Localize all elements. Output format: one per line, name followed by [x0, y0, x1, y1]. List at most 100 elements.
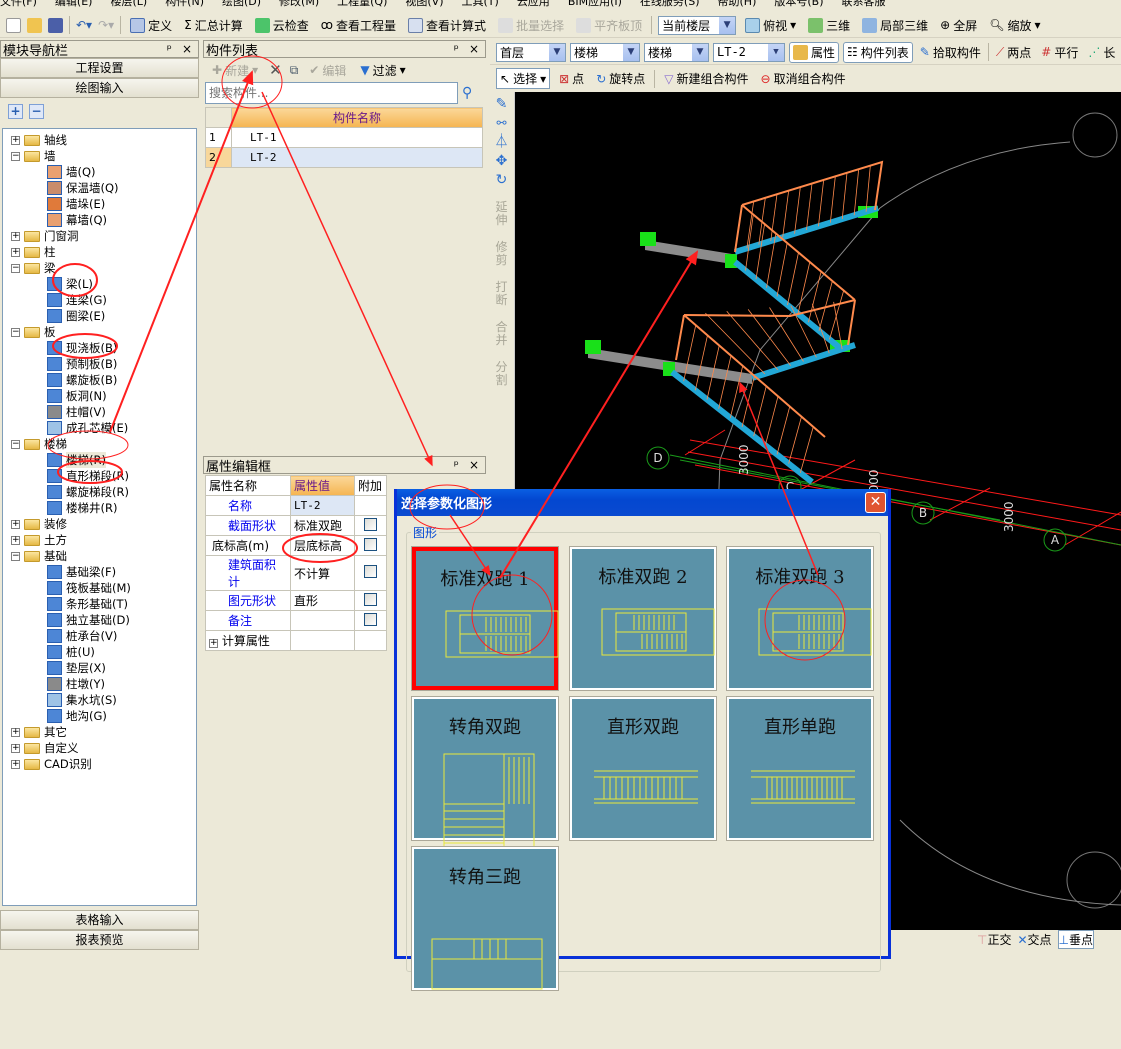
view-formula-button[interactable]: 查看计算式	[405, 16, 489, 35]
brush-icon[interactable]: ✎	[489, 97, 514, 111]
shape-tile[interactable]: 标准双跑 3	[726, 546, 874, 691]
tree-item[interactable]: 螺旋板(B)	[47, 372, 117, 388]
floor-select[interactable]: 首层 ▼	[496, 42, 566, 62]
menu-item[interactable]: 编辑(E)	[55, 0, 93, 8]
menu-item[interactable]: 修改(M)	[279, 0, 319, 8]
tree-item[interactable]: 直形梯段(R)	[47, 468, 129, 484]
rotate-icon[interactable]: ↻	[489, 173, 514, 187]
checkbox[interactable]	[364, 517, 377, 531]
tree-folder[interactable]: + 门窗洞	[11, 228, 79, 244]
drawing-input-button[interactable]: 绘图输入	[0, 78, 199, 98]
zoom-button[interactable]: 🔍︎ 缩放 ▾	[986, 16, 1043, 35]
tree-item[interactable]: 墙垛(E)	[47, 196, 105, 212]
redo-icon[interactable]: ↷▾	[98, 18, 114, 32]
tree-folder[interactable]: + 装修	[11, 516, 67, 532]
expand-icon[interactable]: +	[11, 231, 20, 241]
report-preview-button[interactable]: 报表预览	[0, 930, 199, 950]
tree-folder[interactable]: − 墙	[11, 148, 56, 164]
two-points-button[interactable]: ⟋ 两点	[993, 43, 1034, 62]
tree-item[interactable]: 保温墙(Q)	[47, 180, 119, 196]
tree-item[interactable]: 集水坑(S)	[47, 692, 117, 708]
new-component-button[interactable]: ✚ 新建 ▾	[209, 61, 261, 80]
rotate-point-button[interactable]: ↻ 旋转点	[593, 69, 648, 88]
tree-folder[interactable]: + CAD识别	[11, 756, 92, 772]
collapse-icon[interactable]: −	[11, 439, 20, 449]
collapse-all-icon[interactable]: −	[29, 104, 44, 119]
tree-item[interactable]: 桩(U)	[47, 644, 95, 660]
open-folder-icon[interactable]	[27, 17, 42, 33]
view-quantity-button[interactable]: ꝏ 查看工程量	[318, 16, 399, 35]
pick-component-button[interactable]: ✎ 拾取构件	[917, 43, 984, 62]
tree-item[interactable]: 柱墩(Y)	[47, 676, 105, 692]
tree-item[interactable]: 独立基础(D)	[47, 612, 130, 628]
shape-tile[interactable]: 转角三跑	[411, 846, 559, 991]
delete-icon[interactable]: ✕	[269, 61, 282, 79]
close-icon[interactable]: ×	[469, 42, 479, 56]
tree-item[interactable]: 幕墙(Q)	[47, 212, 107, 228]
cloud-check-button[interactable]: 云检查	[252, 16, 312, 35]
shape-tile[interactable]: 直形单跑	[726, 696, 874, 841]
menu-item[interactable]: 绘图(D)	[222, 0, 261, 8]
menu-item[interactable]: 楼层(L)	[110, 0, 147, 8]
shape-tile[interactable]: 标准双跑 1	[411, 546, 559, 691]
collapse-icon[interactable]: −	[11, 327, 20, 337]
top-view-button[interactable]: 俯视 ▾	[742, 16, 799, 35]
menu-item[interactable]: 在线服务(S)	[640, 0, 700, 8]
shape-tile[interactable]: 转角双跑	[411, 696, 559, 855]
project-settings-button[interactable]: 工程设置	[0, 58, 199, 78]
tree-item[interactable]: 地沟(G)	[47, 708, 107, 724]
expand-icon[interactable]: +	[11, 247, 20, 257]
pin-icon[interactable]: ᵖ	[454, 458, 459, 472]
expand-icon[interactable]: +	[11, 135, 20, 145]
property-value[interactable]: 标准双跑	[290, 515, 355, 536]
align-top-button[interactable]: 平齐板顶	[573, 16, 645, 35]
tree-folder[interactable]: + 自定义	[11, 740, 79, 756]
property-value[interactable]: LT-2	[290, 495, 355, 516]
copy-icon[interactable]: ⧉	[290, 63, 299, 78]
menu-item[interactable]: 工程量(Q)	[337, 0, 387, 8]
property-value[interactable]: 层底标高	[290, 535, 355, 556]
select-button[interactable]: ↖ 选择 ▾	[496, 68, 551, 89]
property-value[interactable]: 不计算	[290, 555, 355, 591]
checkbox[interactable]	[364, 537, 377, 551]
tree-item[interactable]: 楼梯(R)	[47, 452, 106, 468]
tree-item[interactable]: 现浇板(B)	[47, 340, 117, 356]
save-icon[interactable]	[48, 17, 63, 33]
edit-button[interactable]: ✔ 编辑	[306, 61, 349, 80]
menu-item[interactable]: 帮助(H)	[718, 0, 757, 8]
tree-item[interactable]: 成孔芯模(E)	[47, 420, 128, 436]
tree-item[interactable]: 墙(Q)	[47, 164, 96, 180]
tree-item[interactable]: 桩承台(V)	[47, 628, 117, 644]
define-button[interactable]: 定义	[127, 16, 175, 35]
tree-item[interactable]: 预制板(B)	[47, 356, 117, 372]
properties-button[interactable]: 属性	[789, 41, 840, 63]
expand-icon[interactable]: +	[11, 759, 20, 769]
batch-select-button[interactable]: 批量选择	[495, 16, 567, 35]
calc-properties-group[interactable]: + 计算属性	[205, 630, 291, 651]
menu-item[interactable]: BIM应用(I)	[568, 0, 622, 8]
checkbox[interactable]	[364, 565, 377, 578]
search-input[interactable]	[205, 82, 458, 104]
intersection-toggle[interactable]: ✕交点	[1017, 931, 1051, 948]
modify-tool-button[interactable]: 合并	[495, 321, 509, 347]
menu-item[interactable]: 视图(V)	[405, 0, 443, 8]
property-value[interactable]: 直形	[290, 590, 355, 611]
floor-scope-select[interactable]: 当前楼层 ▼	[658, 15, 737, 35]
checkbox[interactable]	[364, 592, 377, 606]
expand-icon[interactable]: +	[11, 535, 20, 545]
tree-item[interactable]: 柱帽(V)	[47, 404, 106, 420]
tree-item[interactable]: 板洞(N)	[47, 388, 107, 404]
tree-folder[interactable]: − 梁	[11, 260, 56, 276]
new-group-button[interactable]: ▽ 新建组合构件	[661, 69, 751, 88]
close-icon[interactable]: ×	[469, 458, 479, 472]
tree-folder[interactable]: + 柱	[11, 244, 56, 260]
tree-item[interactable]: 圈梁(E)	[47, 308, 105, 324]
new-file-icon[interactable]	[6, 17, 21, 33]
menu-item[interactable]: 云应用	[517, 0, 550, 8]
tree-item[interactable]: 螺旋梯段(R)	[47, 484, 129, 500]
tree-folder[interactable]: − 板	[11, 324, 56, 340]
tree-folder[interactable]: + 其它	[11, 724, 67, 740]
tree-item[interactable]: 基础梁(F)	[47, 564, 116, 580]
tree-item[interactable]: 条形基础(T)	[47, 596, 128, 612]
menu-item[interactable]: 构件(N)	[165, 0, 204, 8]
